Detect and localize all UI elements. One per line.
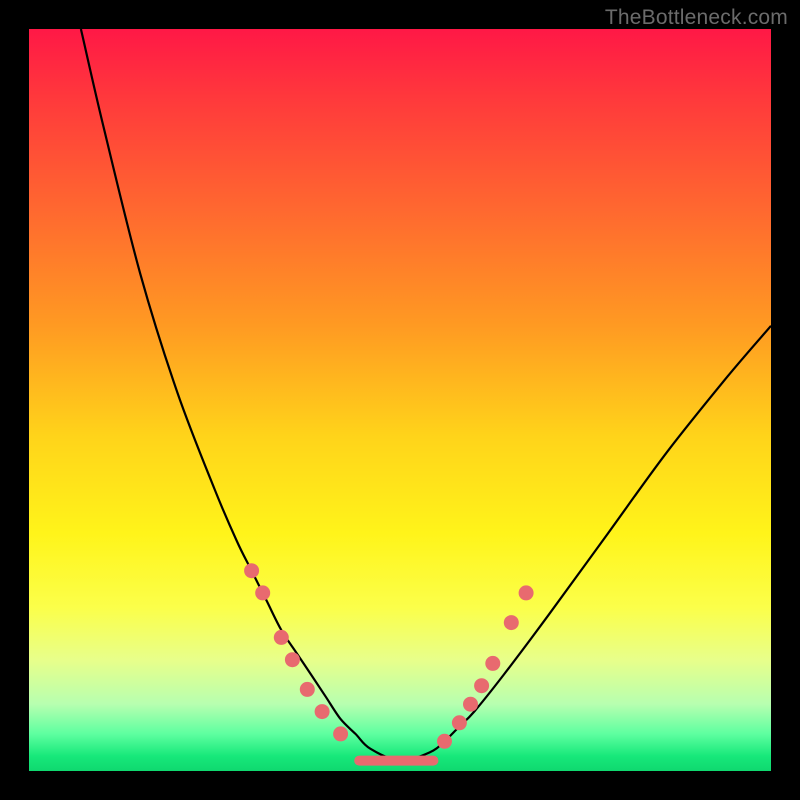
marker-dot (315, 704, 330, 719)
marker-dot (255, 585, 270, 600)
marker-dot (474, 678, 489, 693)
marker-dot (485, 656, 500, 671)
marker-dot (519, 585, 534, 600)
watermark-text: TheBottleneck.com (605, 6, 788, 30)
marker-dot (244, 563, 259, 578)
marker-dot (285, 652, 300, 667)
marker-dot (452, 715, 467, 730)
marker-dot (504, 615, 519, 630)
marker-dot (274, 630, 289, 645)
plot-area (29, 29, 771, 771)
bottleneck-curve (81, 29, 771, 761)
curve-layer (29, 29, 771, 771)
marker-dot (300, 682, 315, 697)
marker-dots-right (437, 585, 534, 748)
marker-dot (463, 697, 478, 712)
chart-frame: TheBottleneck.com (0, 0, 800, 800)
marker-dot (333, 726, 348, 741)
marker-dot (437, 734, 452, 749)
